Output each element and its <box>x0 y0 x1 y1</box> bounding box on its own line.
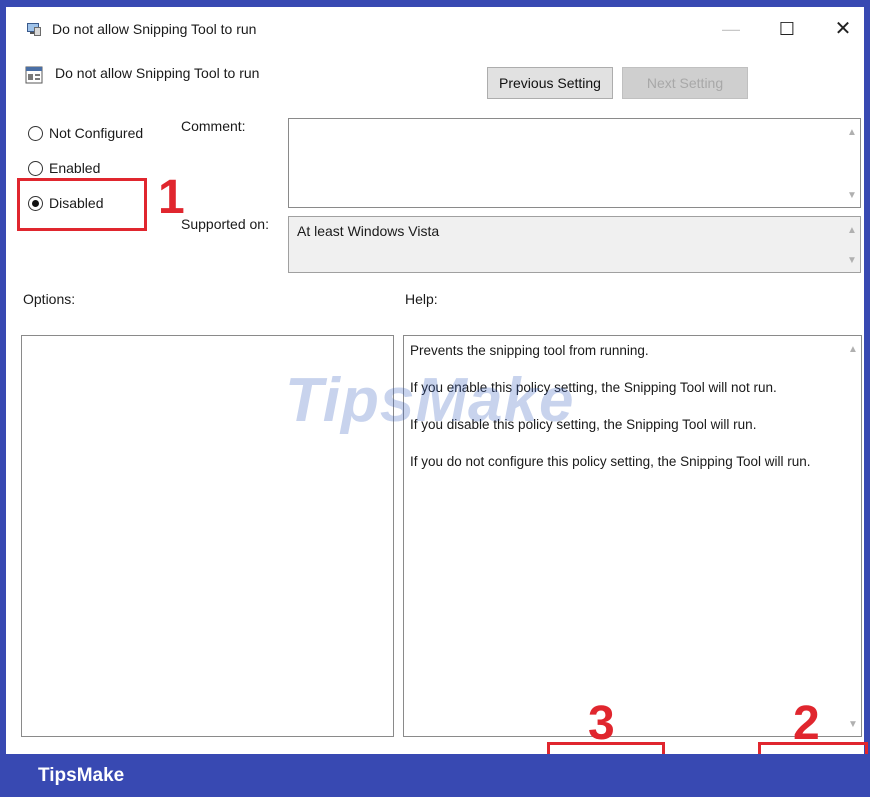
footer-brand: TipsMake <box>38 765 125 786</box>
title-bar: Do not allow Snipping Tool to run — ☐ ✕ <box>6 7 864 51</box>
help-paragraph: If you do not configure this policy sett… <box>410 454 811 469</box>
policy-setting-icon <box>25 66 43 84</box>
radio-enabled-label: Enabled <box>49 160 101 176</box>
previous-setting-button[interactable]: Previous Setting <box>487 67 613 99</box>
step-marker-2: 2 <box>793 697 820 750</box>
scroll-up-icon[interactable]: ▲ <box>847 127 857 138</box>
step-marker-1: 1 <box>158 171 185 224</box>
comment-scrollbar[interactable]: ▲ ▼ <box>844 119 860 207</box>
help-scrollbar[interactable]: ▲ ▼ <box>845 336 861 736</box>
group-policy-app-icon <box>27 23 41 36</box>
window-title: Do not allow Snipping Tool to run <box>52 21 257 37</box>
supported-on-label: Supported on: <box>181 216 269 232</box>
scroll-up-icon[interactable]: ▲ <box>848 344 858 355</box>
options-label: Options: <box>23 291 76 307</box>
comment-label: Comment: <box>181 118 246 134</box>
radio-enabled-circle[interactable] <box>28 160 43 176</box>
scroll-up-icon[interactable]: ▲ <box>847 225 857 236</box>
minimize-button[interactable]: — <box>716 17 746 41</box>
supported-on-value: At least Windows Vista <box>297 223 440 239</box>
step-marker-3: 3 <box>588 697 615 750</box>
scroll-down-icon[interactable]: ▼ <box>847 190 857 201</box>
watermark-logo: TipsMake <box>285 366 575 435</box>
help-paragraph: Prevents the snipping tool from running. <box>410 343 649 358</box>
close-button[interactable]: ✕ <box>828 17 858 41</box>
footer-bar: TipsMake <box>0 754 870 797</box>
scroll-down-icon[interactable]: ▼ <box>848 719 858 730</box>
next-setting-button[interactable]: Next Setting <box>622 67 748 99</box>
radio-enabled[interactable]: Enabled <box>28 158 100 178</box>
scroll-down-icon[interactable]: ▼ <box>847 255 857 266</box>
policy-name-heading: Do not allow Snipping Tool to run <box>55 65 260 81</box>
comment-textarea[interactable]: ▲ ▼ <box>288 118 861 208</box>
supported-on-field: At least Windows Vista ▲ ▼ <box>288 216 861 273</box>
highlight-box-disabled <box>17 178 147 231</box>
supported-scrollbar[interactable]: ▲ ▼ <box>844 217 860 272</box>
help-label: Help: <box>405 291 438 307</box>
radio-not-configured[interactable]: Not Configured <box>28 123 143 143</box>
radio-not-configured-label: Not Configured <box>49 125 144 141</box>
radio-not-configured-circle[interactable] <box>28 125 43 141</box>
maximize-button[interactable]: ☐ <box>772 17 802 41</box>
